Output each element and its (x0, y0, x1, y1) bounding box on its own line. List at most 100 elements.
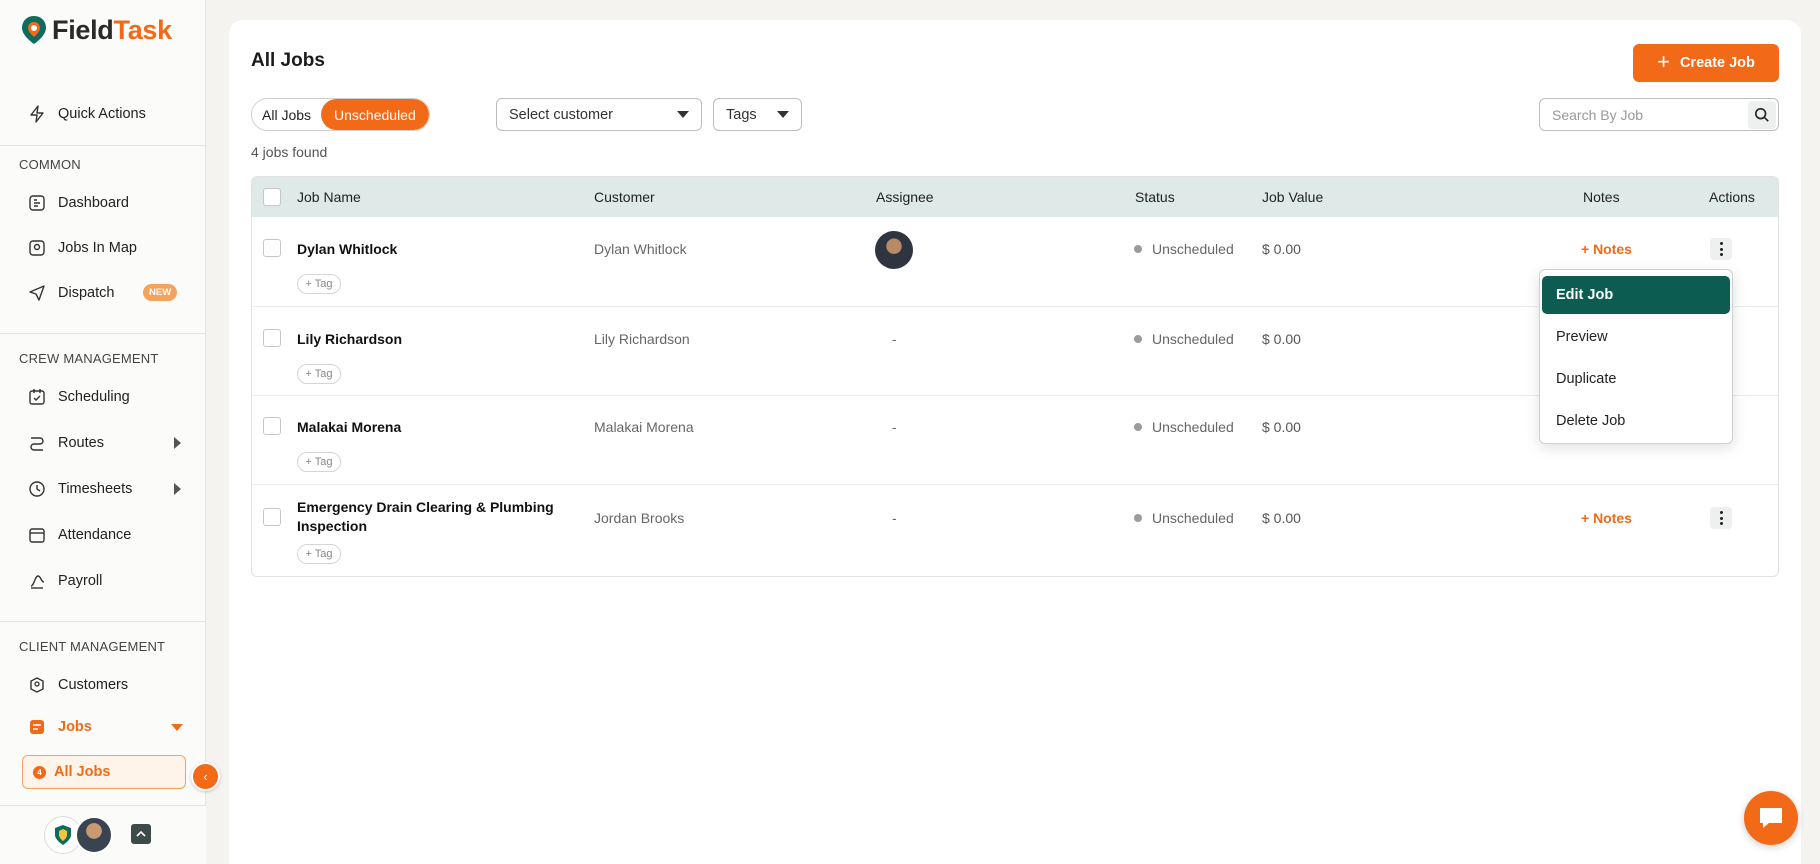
results-count: 4 jobs found (251, 144, 328, 160)
col-status[interactable]: Status (1135, 189, 1175, 205)
sidebar-item-label: Jobs (58, 719, 92, 735)
add-tag-button[interactable]: + Tag (297, 274, 341, 294)
menu-item-delete-job[interactable]: Delete Job (1542, 402, 1730, 440)
expand-button[interactable] (131, 824, 151, 844)
send-icon (28, 284, 46, 302)
job-name[interactable]: Lily Richardson (297, 330, 567, 349)
sidebar-item-label: Attendance (58, 527, 132, 543)
status-text: Unscheduled (1152, 510, 1234, 526)
status-text: Unscheduled (1152, 331, 1234, 347)
job-value: $ 0.00 (1262, 510, 1301, 526)
col-job-name[interactable]: Job Name (297, 189, 361, 205)
status-dot (1134, 423, 1142, 431)
dot (1719, 511, 1723, 514)
row-checkbox[interactable] (263, 329, 281, 347)
col-assignee[interactable]: Assignee (876, 189, 934, 205)
tags-select[interactable]: Tags (713, 98, 802, 131)
menu-item-preview[interactable]: Preview (1542, 318, 1730, 356)
job-filter-toggle: All Jobs Unscheduled (251, 98, 430, 131)
sidebar-item-jobs[interactable]: Jobs (28, 715, 188, 739)
chat-icon (1760, 808, 1782, 828)
add-tag-button[interactable]: + Tag (297, 544, 341, 564)
dot (1719, 253, 1723, 256)
jobs-icon (28, 718, 46, 736)
sidebar-item-dispatch[interactable]: Dispatch NEW (28, 281, 188, 305)
customer-name: Jordan Brooks (594, 510, 685, 526)
payroll-icon (28, 572, 46, 590)
tags-select-value: Tags (726, 106, 757, 123)
search-button[interactable] (1748, 100, 1776, 129)
customers-icon (28, 676, 46, 694)
more-actions-button[interactable] (1710, 238, 1732, 260)
filter-all-jobs[interactable]: All Jobs (252, 99, 321, 130)
dashboard-icon (28, 194, 46, 212)
sidebar-divider (0, 333, 206, 334)
status-indicator: Unscheduled (1134, 331, 1234, 347)
sidebar-subitem-all-jobs[interactable]: 4 All Jobs (22, 755, 186, 789)
row-checkbox[interactable] (263, 417, 281, 435)
col-job-value[interactable]: Job Value (1262, 189, 1323, 205)
sidebar-item-scheduling[interactable]: Scheduling (28, 385, 188, 409)
sidebar-item-payroll[interactable]: Payroll (28, 569, 188, 593)
row-checkbox[interactable] (263, 508, 281, 526)
sidebar-footer (0, 805, 206, 864)
table-row[interactable]: Emergency Drain Clearing & Plumbing Insp… (252, 484, 1778, 576)
page-title: All Jobs (251, 50, 325, 71)
status-indicator: Unscheduled (1134, 419, 1234, 435)
job-name[interactable]: Dylan Whitlock (297, 240, 567, 259)
sidebar-item-routes[interactable]: Routes (28, 431, 188, 455)
sidebar-item-attendance[interactable]: Attendance (28, 523, 188, 547)
search-icon (1754, 107, 1769, 122)
row-checkbox[interactable] (263, 239, 281, 257)
sidebar-item-label: Quick Actions (58, 106, 146, 122)
new-badge: NEW (143, 284, 178, 301)
user-avatar[interactable] (75, 816, 113, 854)
job-value: $ 0.00 (1262, 241, 1301, 257)
dot (1719, 516, 1723, 520)
filter-unscheduled[interactable]: Unscheduled (321, 99, 429, 130)
job-value: $ 0.00 (1262, 331, 1301, 347)
sidebar-divider (0, 621, 206, 622)
app-logo[interactable]: FieldTask (20, 14, 172, 46)
sidebar-item-quick-actions[interactable]: Quick Actions (28, 102, 188, 126)
status-dot (1134, 335, 1142, 343)
job-name[interactable]: Emergency Drain Clearing & Plumbing Insp… (297, 498, 567, 536)
assignee-avatar[interactable] (875, 231, 913, 269)
sidebar-item-label: Dispatch (58, 285, 115, 301)
section-label-client: CLIENT MANAGEMENT (19, 639, 166, 654)
collapse-sidebar-button[interactable]: ‹ (191, 762, 220, 791)
attendance-icon (28, 526, 46, 544)
customer-select[interactable]: Select customer (496, 98, 702, 131)
job-name[interactable]: Malakai Morena (297, 418, 567, 437)
section-label-common: COMMON (19, 157, 81, 172)
search-input[interactable] (1552, 106, 1732, 123)
menu-item-duplicate[interactable]: Duplicate (1542, 360, 1730, 398)
menu-item-edit-job[interactable]: Edit Job (1542, 276, 1730, 314)
clock-icon (28, 480, 46, 498)
routes-icon (28, 434, 46, 452)
chat-support-button[interactable] (1744, 791, 1798, 845)
sidebar-item-label: Customers (58, 677, 129, 693)
sidebar-item-label: Jobs In Map (58, 240, 137, 256)
sidebar-item-timesheets[interactable]: Timesheets (28, 477, 188, 501)
select-all-checkbox[interactable] (263, 188, 281, 206)
chevron-right-icon (174, 437, 181, 449)
chevron-up-icon (136, 830, 146, 837)
sidebar-item-jobs-in-map[interactable]: Jobs In Map (28, 236, 188, 260)
add-notes-link[interactable]: + Notes (1581, 510, 1632, 526)
sidebar-item-label: Timesheets (58, 481, 133, 497)
add-notes-link[interactable]: + Notes (1581, 241, 1632, 257)
add-tag-button[interactable]: + Tag (297, 452, 341, 472)
sidebar-item-dashboard[interactable]: Dashboard (28, 191, 188, 215)
customer-name: Lily Richardson (594, 331, 690, 347)
col-customer[interactable]: Customer (594, 189, 655, 205)
create-job-button[interactable]: + Create Job (1633, 44, 1779, 82)
chevron-right-icon (174, 483, 181, 495)
chevron-left-icon: ‹ (203, 769, 208, 784)
sidebar-item-customers[interactable]: Customers (28, 673, 188, 697)
sidebar-item-label: Payroll (58, 573, 103, 589)
col-actions: Actions (1709, 189, 1755, 205)
dot (1719, 242, 1723, 245)
more-actions-button[interactable] (1710, 507, 1732, 529)
add-tag-button[interactable]: + Tag (297, 364, 341, 384)
